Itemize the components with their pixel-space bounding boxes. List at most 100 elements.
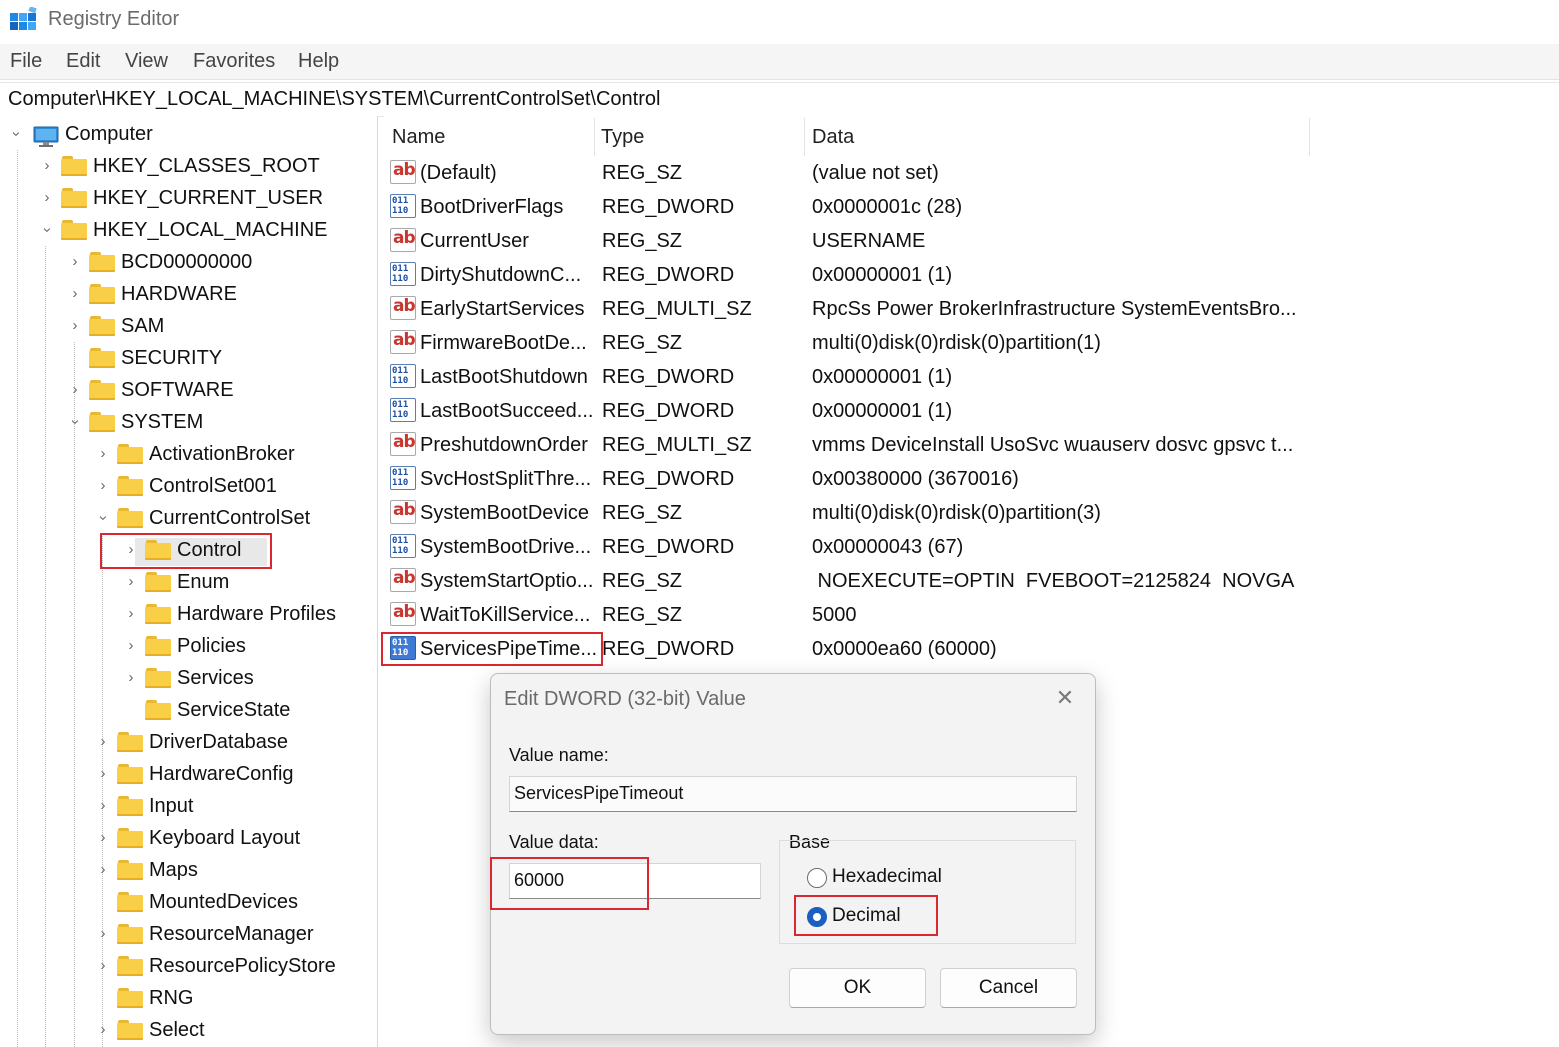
value-row[interactable]: ab EarlyStartServices REG_MULTI_SZ RpcSs Po… bbox=[384, 292, 1384, 326]
tree-node-enum[interactable]: › Enum bbox=[0, 568, 370, 600]
address-path[interactable]: Computer\HKEY_LOCAL_MACHINE\SYSTEM\Curre… bbox=[8, 88, 660, 111]
chevron-right-icon[interactable]: › bbox=[123, 541, 139, 559]
tree-node-servicestate[interactable]: ServiceState bbox=[0, 696, 370, 728]
chevron-right-icon[interactable]: › bbox=[123, 605, 139, 623]
tree-node-controlset001[interactable]: › ControlSet001 bbox=[0, 472, 370, 504]
chevron-down-icon[interactable]: › bbox=[38, 222, 56, 238]
menu-edit[interactable]: Edit bbox=[66, 50, 100, 73]
chevron-right-icon[interactable]: › bbox=[95, 765, 111, 783]
tree-node-keyboard-layout[interactable]: › Keyboard Layout bbox=[0, 824, 370, 856]
value-row[interactable]: ab FirmwareBootDe... REG_SZ multi(0)disk(0)… bbox=[384, 326, 1384, 360]
value-row[interactable]: 011 110 LastBootSucceed... REG_DWORD 0x0000… bbox=[384, 394, 1384, 428]
column-header-name[interactable]: Name bbox=[392, 126, 445, 149]
column-separator[interactable] bbox=[1309, 118, 1310, 156]
value-data-cell: 0x00000043 (67) bbox=[812, 536, 964, 558]
tree-node-system[interactable]: › SYSTEM bbox=[0, 408, 370, 440]
value-row[interactable]: 011 110 ServicesPipeTime... REG_DWORD 0x000… bbox=[384, 632, 1384, 666]
folder-icon bbox=[89, 316, 115, 336]
chevron-right-icon[interactable]: › bbox=[95, 1021, 111, 1039]
value-type-cell: REG_DWORD bbox=[602, 366, 735, 388]
value-row[interactable]: ab WaitToKillService... REG_SZ 5000 bbox=[384, 598, 1384, 632]
decimal-radio[interactable] bbox=[807, 907, 827, 927]
tree-node-hkey-local-machine[interactable]: › HKEY_LOCAL_MACHINE bbox=[0, 216, 370, 248]
tree-node-security[interactable]: SECURITY bbox=[0, 344, 370, 376]
chevron-right-icon[interactable]: › bbox=[95, 733, 111, 751]
tree-node-computer[interactable]: › Computer bbox=[0, 120, 360, 152]
tree-node-activationbroker[interactable]: › ActivationBroker bbox=[0, 440, 370, 472]
decimal-radio-label[interactable]: Decimal bbox=[832, 905, 901, 927]
value-row[interactable]: ab (Default) REG_SZ (value not set) bbox=[384, 156, 1384, 190]
chevron-right-icon[interactable]: › bbox=[39, 189, 55, 207]
tree-node-bcd00000000[interactable]: › BCD00000000 bbox=[0, 248, 370, 280]
column-header-data[interactable]: Data bbox=[812, 126, 854, 149]
close-icon[interactable]: ✕ bbox=[1053, 686, 1077, 710]
address-bar[interactable]: Computer\HKEY_LOCAL_MACHINE\SYSTEM\Curre… bbox=[0, 82, 1559, 117]
chevron-right-icon[interactable]: › bbox=[95, 477, 111, 495]
value-row[interactable]: 011 110 DirtyShutdownC... REG_DWORD 0x00000… bbox=[384, 258, 1384, 292]
value-row[interactable]: ab CurrentUser REG_SZ USERNAME bbox=[384, 224, 1384, 258]
menu-favorites[interactable]: Favorites bbox=[193, 50, 275, 73]
chevron-right-icon[interactable]: › bbox=[95, 829, 111, 847]
menu-help[interactable]: Help bbox=[298, 50, 339, 73]
value-row[interactable]: 011 110 SvcHostSplitThre... REG_DWORD 0x003… bbox=[384, 462, 1384, 496]
chevron-right-icon[interactable]: › bbox=[95, 797, 111, 815]
chevron-right-icon[interactable]: › bbox=[95, 445, 111, 463]
tree-node-sam[interactable]: › SAM bbox=[0, 312, 370, 344]
column-separator[interactable] bbox=[594, 118, 595, 156]
column-separator[interactable] bbox=[804, 118, 805, 156]
value-row[interactable]: ab PreshutdownOrder REG_MULTI_SZ vmms Devic… bbox=[384, 428, 1384, 462]
chevron-down-icon[interactable]: › bbox=[7, 126, 25, 142]
chevron-right-icon[interactable]: › bbox=[67, 381, 83, 399]
key-tree-pane[interactable]: › Computer › HKEY_CLASSES_ROOT › HKEY_CURRE… bbox=[0, 116, 378, 1047]
hexadecimal-radio-label[interactable]: Hexadecimal bbox=[832, 866, 942, 888]
tree-node-resourcepolicystore[interactable]: › ResourcePolicyStore bbox=[0, 952, 370, 984]
value-row[interactable]: 011 110 SystemBootDrive... REG_DWORD 0x0000… bbox=[384, 530, 1384, 564]
tree-node-driverdatabase[interactable]: › DriverDatabase bbox=[0, 728, 370, 760]
ab-glyph: ab bbox=[393, 568, 416, 588]
value-name-cell: SystemStartOptio... bbox=[420, 570, 594, 592]
value-name-field[interactable]: ServicesPipeTimeout bbox=[509, 776, 1077, 812]
tree-node-hkey-classes-root[interactable]: › HKEY_CLASSES_ROOT bbox=[0, 152, 370, 184]
chevron-right-icon[interactable]: › bbox=[95, 861, 111, 879]
tree-label: ServiceState bbox=[177, 699, 291, 721]
tree-node-services[interactable]: › Services bbox=[0, 664, 370, 696]
cancel-button[interactable]: Cancel bbox=[940, 968, 1077, 1008]
tree-node-hardware-profiles[interactable]: › Hardware Profiles bbox=[0, 600, 370, 632]
tree-node-maps[interactable]: › Maps bbox=[0, 856, 370, 888]
tree-node-select[interactable]: › Select bbox=[0, 1016, 370, 1047]
chevron-down-icon[interactable]: › bbox=[94, 510, 112, 526]
value-row[interactable]: 011 110 BootDriverFlags REG_DWORD 0x0000001… bbox=[384, 190, 1384, 224]
ok-button[interactable]: OK bbox=[789, 968, 926, 1008]
tree-node-currentcontrolset[interactable]: › CurrentControlSet bbox=[0, 504, 370, 536]
chevron-right-icon[interactable]: › bbox=[123, 637, 139, 655]
chevron-down-icon[interactable]: › bbox=[66, 414, 84, 430]
folder-icon bbox=[145, 700, 171, 720]
chevron-right-icon[interactable]: › bbox=[67, 253, 83, 271]
value-row[interactable]: ab SystemBootDevice REG_SZ multi(0)disk(0)r… bbox=[384, 496, 1384, 530]
column-header-type[interactable]: Type bbox=[601, 126, 644, 149]
chevron-right-icon[interactable]: › bbox=[95, 957, 111, 975]
value-data-input[interactable]: 60000 bbox=[509, 863, 761, 899]
tree-node-rng[interactable]: RNG bbox=[0, 984, 370, 1016]
tree-node-hardwareconfig[interactable]: › HardwareConfig bbox=[0, 760, 370, 792]
tree-node-input[interactable]: › Input bbox=[0, 792, 370, 824]
chevron-right-icon[interactable]: › bbox=[123, 573, 139, 591]
chevron-right-icon[interactable]: › bbox=[95, 925, 111, 943]
tree-node-resourcemanager[interactable]: › ResourceManager bbox=[0, 920, 370, 952]
value-row[interactable]: ab SystemStartOptio... REG_SZ NOEXECUTE=OP… bbox=[384, 564, 1384, 598]
tree-node-hardware[interactable]: › HARDWARE bbox=[0, 280, 370, 312]
menu-file[interactable]: File bbox=[10, 50, 42, 73]
chevron-right-icon[interactable]: › bbox=[123, 669, 139, 687]
tree-node-hkey-current-user[interactable]: › HKEY_CURRENT_USER bbox=[0, 184, 370, 216]
chevron-right-icon[interactable]: › bbox=[67, 317, 83, 335]
hexadecimal-radio[interactable] bbox=[807, 868, 827, 888]
menu-view[interactable]: View bbox=[125, 50, 168, 73]
tree-node-policies[interactable]: › Policies bbox=[0, 632, 370, 664]
tree-node-software[interactable]: › SOFTWARE bbox=[0, 376, 370, 408]
value-type-cell: REG_SZ bbox=[602, 502, 683, 524]
tree-node-control[interactable]: › Control bbox=[0, 536, 370, 568]
value-row[interactable]: 011 110 LastBootShutdown REG_DWORD 0x000000… bbox=[384, 360, 1384, 394]
chevron-right-icon[interactable]: › bbox=[39, 157, 55, 175]
tree-node-mounteddevices[interactable]: MountedDevices bbox=[0, 888, 370, 920]
chevron-right-icon[interactable]: › bbox=[67, 285, 83, 303]
